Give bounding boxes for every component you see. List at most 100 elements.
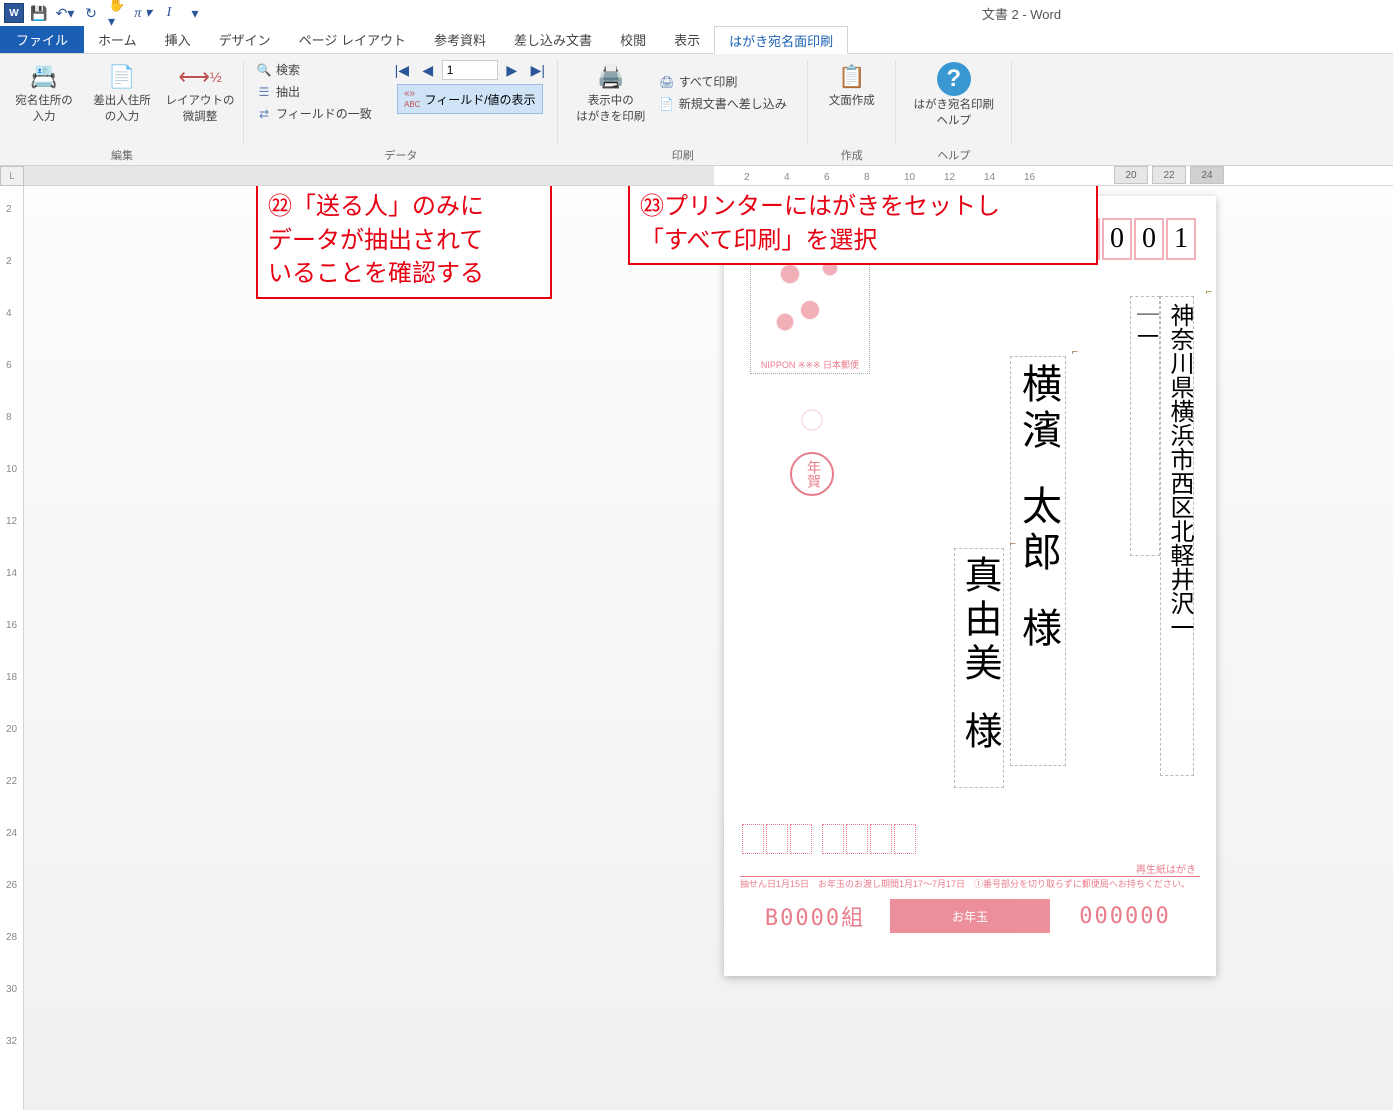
recycled-paper-label: 再生紙はがき	[1136, 861, 1196, 876]
annotation-22: ㉒「送る人」のみに データが抽出されて いることを確認する	[256, 186, 552, 299]
sender-zip-box	[766, 824, 788, 854]
stamp-caption: NIPPON ※※※ 日本郵便	[761, 358, 859, 371]
italic-icon[interactable]: I	[160, 4, 178, 22]
zip-digit: 0	[1102, 218, 1132, 260]
recipient-given1-name: 太郎	[1018, 485, 1058, 577]
tab-review[interactable]: 校閲	[606, 26, 660, 53]
document-area[interactable]: ㉒「送る人」のみに データが抽出されて いることを確認する ㉓プリンターにはがき…	[24, 186, 1393, 1110]
help-button[interactable]: ? はがき宛名印刷 ヘルプ	[904, 58, 1004, 128]
group-help: ? はがき宛名印刷 ヘルプ ヘルプ	[896, 54, 1012, 165]
recipient-name2-field[interactable]: 真由美 様	[954, 548, 1004, 788]
undo-icon[interactable]: ↶▾	[56, 4, 74, 22]
search-button[interactable]: 🔍検索	[252, 60, 376, 79]
field-value-toggle-button[interactable]: «»ABC フィールド/値の表示	[397, 84, 543, 114]
vruler-tick: 24	[6, 828, 17, 839]
record-first-button[interactable]: |◀	[390, 60, 414, 80]
quick-access-toolbar: 💾 ↶▾ ↻ ✋▾ π ▾ I ▾	[30, 4, 204, 22]
merge-new-doc-button[interactable]: 📄新規文書へ差し込み	[655, 94, 791, 113]
record-last-button[interactable]: ▶|	[526, 60, 550, 80]
merge-new-label: 新規文書へ差し込み	[679, 95, 787, 112]
field-match-button[interactable]: ⇄フィールドの一致	[252, 104, 376, 123]
tab-file[interactable]: ファイル	[0, 26, 84, 53]
save-icon[interactable]: 💾	[30, 4, 48, 22]
tab-references[interactable]: 参考資料	[420, 26, 500, 53]
record-prev-button[interactable]: ◀	[416, 60, 440, 80]
group-data: 🔍検索 ☰ 抽出 ⇄フィールドの一致 |◀ ◀ ▶ ▶| «»ABC フィールド/…	[244, 54, 558, 165]
recipient-address-text: 神奈川県横浜市西区北軽井沢一	[1163, 303, 1191, 639]
touch-icon[interactable]: ✋▾	[108, 4, 126, 22]
tab-home[interactable]: ホーム	[84, 26, 151, 53]
layout-adjust-button[interactable]: ⟷½ レイアウトの微調整	[164, 58, 236, 124]
vruler-tick: 16	[6, 620, 17, 631]
recipient-name1-field[interactable]: 横濱 太郎 様	[1010, 356, 1066, 766]
group-edit-label: 編集	[111, 147, 133, 165]
vruler-tick: 12	[6, 516, 17, 527]
workspace: 2 2 4 6 8 10 12 14 16 18 20 22 24 26 28 …	[0, 186, 1393, 1110]
word-app-icon: W	[4, 3, 24, 23]
field-anchor-icon: ⌐	[1072, 346, 1078, 358]
recipient-address-field[interactable]: 神奈川県横浜市西区北軽井沢一	[1160, 296, 1194, 776]
nenga-leaf-icon	[782, 396, 842, 456]
sender-zip[interactable]	[742, 824, 916, 854]
nenga-label: 年賀	[790, 452, 834, 496]
group-edit: 📇 宛名住所の 入力 📄 差出人住所 の入力 ⟷½ レイアウトの微調整 編集	[0, 54, 244, 165]
vruler-tick: 18	[6, 672, 17, 683]
equation-icon[interactable]: π ▾	[134, 4, 152, 22]
sender-zip-box	[894, 824, 916, 854]
face-create-button[interactable]: 📋 文面作成	[816, 58, 888, 108]
extract-button[interactable]: ☰ 抽出	[252, 82, 376, 101]
window-title: 文書 2 - Word	[982, 4, 1061, 23]
vruler-tick: 6	[6, 360, 12, 371]
search-label: 検索	[276, 61, 300, 78]
face-create-icon: 📋	[834, 62, 870, 92]
address-input-icon: 📇	[26, 62, 62, 92]
layout-adjust-label: レイアウトの微調整	[164, 92, 236, 124]
recipient-honorific2: 様	[960, 711, 998, 755]
field-anchor-icon: ⌐	[1206, 286, 1212, 298]
record-number-input[interactable]	[442, 60, 498, 80]
extract-icon: ☰	[256, 85, 272, 99]
sender-zip-box	[790, 824, 812, 854]
help-icon: ?	[937, 62, 971, 96]
hruler-tab: 22	[1152, 166, 1186, 184]
address-input-button[interactable]: 📇 宛名住所の 入力	[8, 58, 80, 124]
recipient-honorific1: 様	[1018, 607, 1058, 653]
qat-customize-icon[interactable]: ▾	[186, 4, 204, 22]
face-create-label: 文面作成	[829, 92, 875, 108]
sender-zip-box	[846, 824, 868, 854]
lottery-deadline-text: 抽せん日1月15日 お年玉のお渡し期間1月17～7月17日 ①番号部分を切り取ら…	[740, 876, 1200, 890]
layout-adjust-icon: ⟷½	[182, 62, 218, 92]
lottery-group-code: B0000組	[740, 900, 890, 932]
vertical-ruler[interactable]: 2 2 4 6 8 10 12 14 16 18 20 22 24 26 28 …	[0, 186, 24, 1110]
zip-digit: 0	[1134, 218, 1164, 260]
tab-design[interactable]: デザイン	[205, 26, 285, 53]
recipient-given2-name: 真由美	[960, 555, 998, 687]
vruler-tick: 8	[6, 412, 12, 423]
group-data-label: データ	[384, 147, 417, 165]
extract-label: 抽出	[276, 83, 300, 100]
redo-icon[interactable]: ↻	[82, 4, 100, 22]
recipient-address2-field[interactable]: ｜一	[1130, 296, 1160, 556]
tab-mailings[interactable]: 差し込み文書	[500, 26, 606, 53]
record-next-button[interactable]: ▶	[500, 60, 524, 80]
tab-page-layout[interactable]: ページ レイアウト	[285, 26, 420, 53]
tab-insert[interactable]: 挿入	[151, 26, 205, 53]
tab-view[interactable]: 表示	[660, 26, 714, 53]
tab-hagaki[interactable]: はがき宛名面印刷	[714, 26, 848, 54]
ruler-corner[interactable]: L	[0, 166, 24, 186]
vruler-tick: 28	[6, 932, 17, 943]
print-all-button[interactable]: 🖨すべて印刷	[655, 72, 791, 91]
horizontal-ruler[interactable]: 2 4 6 8 10 12 14 16 20 22 24	[24, 166, 1393, 186]
address-input-label: 宛名住所の 入力	[15, 92, 73, 124]
lottery-bar: B0000組 お年玉 000000	[740, 896, 1200, 936]
field-match-icon: ⇄	[256, 107, 272, 121]
postcard-page[interactable]: 2 2 0 0 0 0 1 NIPPON ※※※ 日本郵便 年賀 神奈	[724, 196, 1216, 976]
hruler-tick: 16	[1024, 172, 1035, 183]
sender-zip-box	[822, 824, 844, 854]
printer-icon: 🖨️	[593, 62, 629, 92]
sender-input-button[interactable]: 📄 差出人住所 の入力	[86, 58, 158, 124]
annotation-23: ㉓プリンターにはがきをセットし 「すべて印刷」を選択	[628, 186, 1098, 265]
zip-digit: 1	[1166, 218, 1196, 260]
vruler-tick: 10	[6, 464, 17, 475]
display-print-button[interactable]: 🖨️ 表示中の はがきを印刷	[575, 58, 647, 124]
